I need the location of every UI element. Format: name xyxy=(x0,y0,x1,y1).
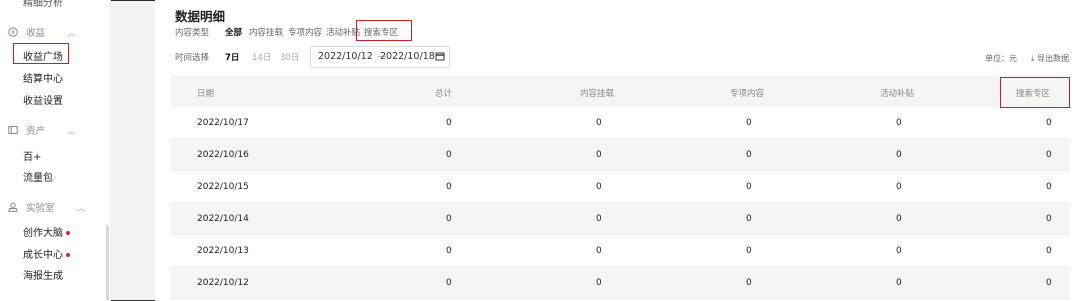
column-header-total[interactable]: 总计 xyxy=(435,87,452,99)
cell-search-zone: 0 xyxy=(1046,214,1052,224)
cell-date: 2022/10/13 xyxy=(197,246,249,256)
cell-total: 0 xyxy=(446,246,452,256)
sidebar-scrollbar[interactable] xyxy=(106,225,109,301)
filter-special-content[interactable]: 专项内容 xyxy=(288,26,322,38)
range-30-days[interactable]: 30日 xyxy=(280,51,299,63)
cell-activity-subsidy: 0 xyxy=(896,214,902,224)
highlight-box-filter xyxy=(356,20,412,41)
chevron-up-icon[interactable]: ︿ xyxy=(67,26,76,39)
chevron-up-icon[interactable]: ︿ xyxy=(77,201,86,214)
cell-content-mount: 0 xyxy=(596,214,602,224)
cell-activity-subsidy: 0 xyxy=(896,150,902,160)
column-header-special-content[interactable]: 专项内容 xyxy=(730,87,764,99)
sidebar-group-label: 实验室 xyxy=(26,203,55,214)
svg-text:¥: ¥ xyxy=(11,29,15,36)
cell-content-mount: 0 xyxy=(596,278,602,288)
cell-total: 0 xyxy=(446,214,452,224)
notification-dot xyxy=(66,231,70,235)
sidebar: 精细分析 ¥ 收益 ︿ 收益广场 结算中心 收益设置 资产 ︿ 百+ 流量包 实… xyxy=(0,0,111,301)
cell-activity-subsidy: 0 xyxy=(896,118,902,128)
cell-activity-subsidy: 0 xyxy=(896,182,902,192)
cell-total: 0 xyxy=(446,182,452,192)
sidebar-item-label: 成长中心 xyxy=(23,250,63,261)
chevron-up-icon[interactable]: ︿ xyxy=(67,124,76,137)
table-row[interactable]: 2022/10/14 0 0 0 0 0 xyxy=(170,203,1070,235)
cell-date: 2022/10/16 xyxy=(197,150,249,160)
sidebar-group-assets[interactable]: 资产 ︿ xyxy=(8,123,76,137)
table-row[interactable]: 2022/10/15 0 0 0 0 0 xyxy=(170,171,1070,203)
cell-total: 0 xyxy=(446,118,452,128)
content-type-label: 内容类型 xyxy=(175,28,210,38)
cell-special-content: 0 xyxy=(746,246,752,256)
export-label: 导出数据 xyxy=(1037,54,1070,63)
cell-search-zone: 0 xyxy=(1046,182,1052,192)
cell-content-mount: 0 xyxy=(596,246,602,256)
table-header: 日期 总计 内容挂载 专项内容 活动补贴 搜索专区 xyxy=(170,75,1070,107)
sidebar-item-growth-center[interactable]: 成长中心 xyxy=(23,246,70,261)
filter-content-mount[interactable]: 内容挂载 xyxy=(249,26,283,38)
filter-all[interactable]: 全部 xyxy=(225,26,242,38)
sidebar-item-poster[interactable]: 海报生成 xyxy=(23,267,63,282)
sidebar-item-partial[interactable]: 精细分析 xyxy=(23,0,63,9)
table-row[interactable]: 2022/10/13 0 0 0 0 0 xyxy=(170,235,1070,267)
sidebar-item-creative-brain[interactable]: 创作大脑 xyxy=(23,224,70,239)
cell-date: 2022/10/12 xyxy=(197,278,249,288)
table-row[interactable]: 2022/10/12 0 0 0 0 0 xyxy=(170,267,1070,299)
cell-special-content: 0 xyxy=(746,182,752,192)
cell-special-content: 0 xyxy=(746,214,752,224)
column-header-content-mount[interactable]: 内容挂载 xyxy=(580,87,614,99)
sidebar-item-baiplus[interactable]: 百+ xyxy=(23,148,41,163)
cell-content-mount: 0 xyxy=(596,150,602,160)
cell-total: 0 xyxy=(446,150,452,160)
cell-search-zone: 0 xyxy=(1046,278,1052,288)
table-row[interactable]: 2022/10/17 0 0 0 0 0 xyxy=(170,107,1070,139)
download-icon: ⤓ xyxy=(1031,54,1035,63)
cell-activity-subsidy: 0 xyxy=(896,278,902,288)
sidebar-item-label: 创作大脑 xyxy=(23,228,63,239)
highlight-box-column xyxy=(1000,77,1070,108)
wallet-icon xyxy=(8,125,18,135)
sidebar-group-lab[interactable]: 实验室 ︿ xyxy=(8,200,86,214)
cell-search-zone: 0 xyxy=(1046,150,1052,160)
sidebar-group-label: 资产 xyxy=(26,126,46,137)
time-select-label: 时间选择 xyxy=(175,53,210,63)
range-7-days[interactable]: 7日 xyxy=(225,51,239,63)
cell-content-mount: 0 xyxy=(596,182,602,192)
page-title: 数据明细 xyxy=(175,9,226,24)
sidebar-group-income[interactable]: ¥ 收益 ︿ xyxy=(8,25,76,39)
cell-date: 2022/10/14 xyxy=(197,214,249,224)
export-button[interactable]: ⤓ 导出数据 xyxy=(1031,53,1069,64)
sidebar-group-label: 收益 xyxy=(26,28,46,39)
date-range-picker[interactable]: 2022/10/12 — 2022/10/18 xyxy=(310,46,450,68)
table-row[interactable]: 2022/10/16 0 0 0 0 0 xyxy=(170,139,1070,171)
notification-dot xyxy=(66,253,70,257)
sidebar-item-traffic-pack[interactable]: 流量包 xyxy=(23,169,53,184)
unit-label: 单位：元 xyxy=(985,54,1017,63)
main-panel: 数据明细 内容类型 全部 内容挂载 专项内容 活动补贴 搜索专区 时间选择 7日… xyxy=(155,0,1080,301)
cell-content-mount: 0 xyxy=(596,118,602,128)
cell-date: 2022/10/17 xyxy=(197,118,249,128)
calendar-icon[interactable] xyxy=(435,51,445,64)
sidebar-item-income-settings[interactable]: 收益设置 xyxy=(23,92,63,107)
cell-activity-subsidy: 0 xyxy=(896,246,902,256)
coin-icon: ¥ xyxy=(8,27,18,37)
range-14-days[interactable]: 14日 xyxy=(252,51,271,63)
date-end[interactable]: 2022/10/18 xyxy=(380,51,435,62)
cell-special-content: 0 xyxy=(746,150,752,160)
date-start[interactable]: 2022/10/12 xyxy=(318,51,373,62)
cell-special-content: 0 xyxy=(746,118,752,128)
column-header-date[interactable]: 日期 xyxy=(197,87,214,99)
filter-activity-subsidy[interactable]: 活动补贴 xyxy=(326,26,360,38)
column-header-activity-subsidy[interactable]: 活动补贴 xyxy=(880,87,914,99)
cell-date: 2022/10/15 xyxy=(197,182,249,192)
sidebar-item-settlement[interactable]: 结算中心 xyxy=(23,70,63,85)
cell-total: 0 xyxy=(446,278,452,288)
cell-search-zone: 0 xyxy=(1046,246,1052,256)
cell-special-content: 0 xyxy=(746,278,752,288)
highlight-box-sidebar xyxy=(13,43,69,64)
lab-icon xyxy=(8,202,18,212)
cell-search-zone: 0 xyxy=(1046,118,1052,128)
